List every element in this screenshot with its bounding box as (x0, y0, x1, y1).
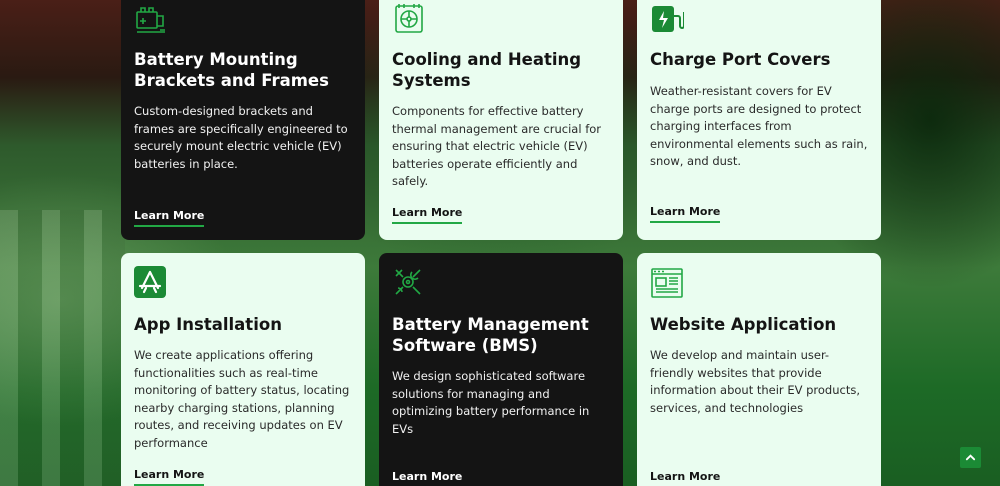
card-title: Battery Management Software (BMS) (392, 315, 589, 355)
card-title: App Installation (134, 315, 282, 334)
service-card-battery-brackets: Battery Mounting Brackets and Frames Cus… (121, 0, 365, 240)
learn-more-link[interactable]: Learn More (134, 209, 205, 227)
battery-bracket-icon (136, 7, 165, 33)
service-card-battery-management-software: Battery Management Software (BMS) We des… (379, 253, 623, 486)
card-description: We design sophisticated software solutio… (392, 369, 590, 436)
card-title: Battery Mounting Brackets and Frames (134, 50, 329, 90)
service-card-cooling-heating: Cooling and Heating Systems Components f… (379, 0, 623, 240)
app-store-icon (134, 266, 166, 298)
card-description: Custom-designed brackets and frames are … (134, 104, 348, 171)
service-card-website-application: Website Application We develop and maint… (637, 253, 881, 486)
card-title: Cooling and Heating Systems (392, 50, 582, 90)
card-title: Charge Port Covers (650, 50, 831, 69)
learn-more-link[interactable]: Learn More (134, 468, 205, 486)
scroll-to-top-button[interactable] (960, 447, 981, 468)
learn-more-link[interactable]: Learn More (650, 470, 720, 486)
ev-charger-icon (652, 6, 684, 32)
card-description: Components for effective battery thermal… (392, 104, 602, 189)
learn-more-link[interactable]: Learn More (392, 206, 463, 224)
card-description: We create applications offering function… (134, 348, 350, 450)
card-title: Website Application (650, 315, 837, 334)
service-card-app-installation: App Installation We create applications … (121, 253, 365, 486)
learn-more-link[interactable]: Learn More (392, 470, 462, 486)
learn-more-link[interactable]: Learn More (650, 205, 721, 223)
card-description: Weather-resistant covers for EV charge p… (650, 84, 868, 169)
radiator-icon (395, 4, 423, 33)
web-app-icon (651, 268, 683, 298)
service-card-charge-port-covers: Charge Port Covers Weather-resistant cov… (637, 0, 881, 240)
wrench-gear-icon (395, 269, 421, 295)
card-description: We develop and maintain user-friendly we… (650, 348, 860, 415)
chevron-up-icon (965, 454, 976, 461)
